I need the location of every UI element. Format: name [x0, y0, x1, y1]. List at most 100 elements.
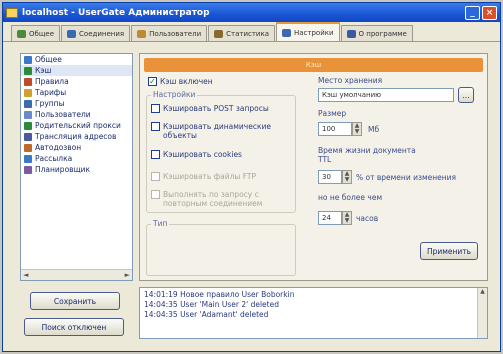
close-button[interactable]: × — [482, 5, 497, 20]
proxy-icon — [24, 121, 32, 130]
app-icon — [6, 7, 18, 18]
nav-label: Рассылка — [35, 154, 73, 163]
nav-item-users[interactable]: Пользователи — [21, 109, 132, 120]
nav-item-parent-proxy[interactable]: Родительский прокси — [21, 120, 132, 131]
tab-users[interactable]: Пользователи — [131, 25, 208, 41]
tariffs-icon — [24, 88, 32, 97]
cache-cookies-checkbox[interactable]: Кэшировать cookies — [151, 150, 242, 159]
hours-field[interactable]: 24 — [318, 211, 342, 225]
nav-label: Планировщик — [35, 165, 91, 174]
log-entry: 14:04:35 User 'Main User 2' deleted — [144, 300, 279, 309]
tab-label: Настройки — [294, 28, 334, 37]
tab-label: Общее — [29, 29, 55, 38]
nav-item-scheduler[interactable]: Планировщик — [21, 164, 132, 175]
tab-label: О программе — [358, 29, 407, 38]
checkbox-label: Выполнять по запросу с повторным соедине… — [163, 190, 263, 208]
stop-service-button[interactable]: Поиск отключен — [24, 318, 124, 336]
checkbox-label: Кэшировать динамические объекты — [163, 122, 271, 140]
groupbox-label: Настройки — [151, 90, 198, 99]
settings-nav-tree: Общее Кэш Правила Тарифы Группы Пользова… — [20, 53, 133, 281]
checkbox[interactable] — [151, 190, 160, 199]
checkbox-label: Кэш включен — [160, 77, 213, 86]
size-field[interactable]: 100 — [318, 122, 352, 136]
scheduler-icon — [24, 165, 32, 174]
tab-bar: Общее Соединения Пользователи Статистика… — [3, 22, 500, 42]
apply-button[interactable]: Применить — [420, 242, 478, 260]
nav-item-autodial[interactable]: Автодозвон — [21, 142, 132, 153]
save-button[interactable]: Сохранить — [30, 292, 120, 310]
type-groupbox: Тип — [146, 219, 296, 276]
tab-general[interactable]: Общее — [11, 25, 61, 41]
scroll-left-icon[interactable]: ◄ — [23, 271, 28, 279]
cache-icon — [24, 66, 32, 75]
cache-post-checkbox[interactable]: Кэшировать POST запросы — [151, 104, 269, 113]
statistics-icon — [214, 29, 224, 38]
checkbox[interactable] — [151, 104, 160, 113]
nav-item-groups[interactable]: Группы — [21, 98, 132, 109]
section-header: Кэш — [144, 58, 483, 72]
users-icon — [24, 110, 32, 119]
cache-ftp-checkbox[interactable]: Кэшировать файлы FTP — [151, 172, 256, 181]
size-unit: Мб — [368, 125, 380, 134]
event-log: 14:01:19 Новое правило User Boborkin 14:… — [139, 287, 488, 339]
nav-item-cache[interactable]: Кэш — [21, 65, 132, 76]
nav-label: Правила — [35, 77, 69, 86]
tab-about[interactable]: О программе — [340, 25, 413, 41]
settings-icon — [282, 28, 291, 37]
ttl-percent-text: % от времени изменения — [356, 173, 457, 182]
general-icon — [24, 55, 32, 64]
checkbox[interactable] — [151, 172, 160, 181]
tab-connections[interactable]: Соединения — [61, 25, 131, 41]
nav-label: Пользователи — [35, 110, 91, 119]
autodial-icon — [24, 143, 32, 152]
groupbox-label: Тип — [151, 219, 170, 228]
mailing-icon — [24, 154, 32, 163]
nav-label: Автодозвон — [35, 143, 82, 152]
ttl-label: Время жизни документа TTL — [318, 146, 416, 164]
nav-item-general[interactable]: Общее — [21, 54, 132, 65]
ttl-percent-field[interactable]: 30 — [318, 170, 342, 184]
vertical-scrollbar[interactable]: ▲ — [477, 288, 487, 338]
checkbox[interactable] — [151, 150, 160, 159]
ttl-percent-spinner[interactable]: ▲ ▼ — [342, 170, 352, 184]
checkbox-label: Кэшировать POST запросы — [163, 104, 269, 113]
size-spinner[interactable]: ▲ ▼ — [352, 122, 362, 136]
hours-spinner[interactable]: ▲ ▼ — [342, 211, 352, 225]
nav-label: Трансляция адресов — [35, 132, 117, 141]
general-icon — [17, 29, 26, 38]
cache-enable-checkbox[interactable]: ✓ Кэш включен — [148, 77, 213, 86]
nav-item-mailing[interactable]: Рассылка — [21, 153, 132, 164]
minimize-button[interactable]: _ — [465, 5, 480, 20]
storage-path-field[interactable]: Кэш умолчанию — [318, 88, 454, 102]
connections-icon — [67, 29, 77, 38]
not-more-text: но не более чем — [318, 193, 383, 202]
nav-label: Кэш — [35, 66, 52, 75]
checkbox[interactable] — [151, 122, 160, 131]
browse-button[interactable]: ... — [458, 87, 474, 103]
horizontal-scrollbar[interactable]: ◄ ► — [21, 269, 132, 280]
help-icon — [346, 29, 356, 38]
groups-icon — [24, 99, 32, 108]
scroll-right-icon[interactable]: ► — [125, 271, 130, 279]
scroll-up-icon[interactable]: ▲ — [480, 288, 485, 295]
tab-settings[interactable]: Настройки — [276, 22, 340, 41]
nav-label: Группы — [35, 99, 65, 108]
nav-label: Тарифы — [35, 88, 67, 97]
nav-item-tariffs[interactable]: Тарифы — [21, 87, 132, 98]
cache-settings-panel: Кэш ✓ Кэш включен Настройки Кэшировать PO… — [139, 53, 488, 281]
users-icon — [137, 29, 147, 38]
nav-item-rules[interactable]: Правила — [21, 76, 132, 87]
log-entry: 14:01:19 Новое правило User Boborkin — [144, 290, 295, 299]
cache-dynamic-checkbox[interactable]: Кэшировать динамические объекты — [151, 122, 291, 140]
nav-item-nat[interactable]: Трансляция адресов — [21, 131, 132, 142]
size-label: Размер — [318, 109, 347, 118]
reconnect-checkbox[interactable]: Выполнять по запросу с повторным соедине… — [151, 190, 291, 208]
log-entry: 14:04:35 User 'Adamant' deleted — [144, 310, 269, 319]
tab-label: Статистика — [226, 29, 269, 38]
hours-unit: часов — [356, 214, 379, 223]
storage-label: Место хранения — [318, 76, 383, 85]
checkbox-label: Кэшировать файлы FTP — [163, 172, 256, 181]
nav-label: Общее — [35, 55, 62, 64]
checkmark-icon[interactable]: ✓ — [148, 77, 157, 86]
tab-statistics[interactable]: Статистика — [208, 25, 275, 41]
